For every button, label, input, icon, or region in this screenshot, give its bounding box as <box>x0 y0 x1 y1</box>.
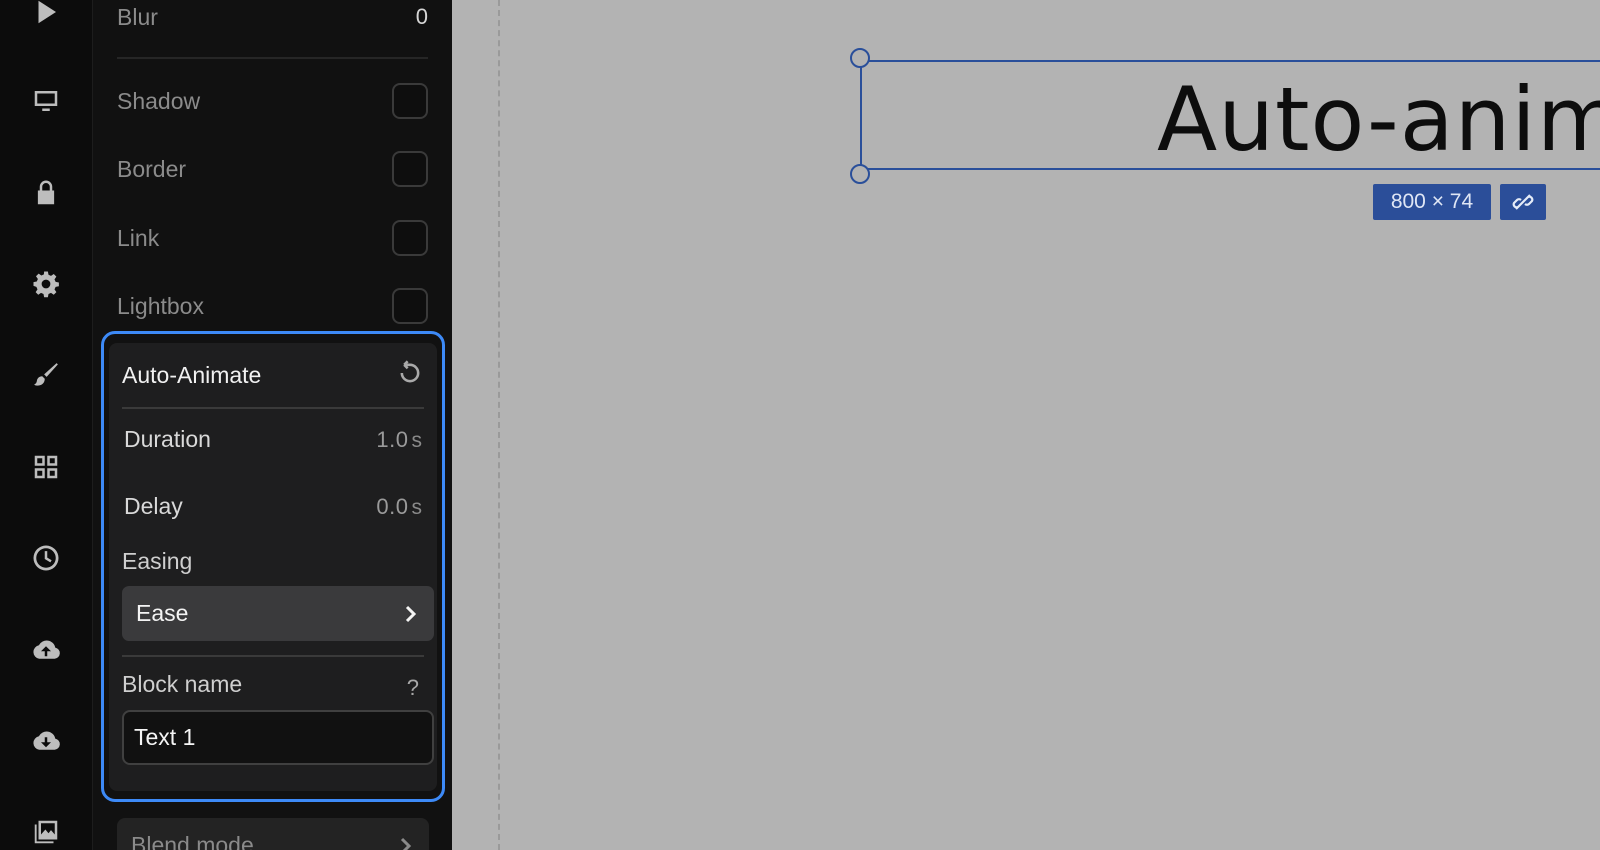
easing-label: Easing <box>122 548 193 574</box>
duration-row[interactable]: Duration 1.0 s <box>124 426 422 453</box>
selection-box[interactable] <box>860 60 1600 170</box>
duration-label: Duration <box>124 426 211 452</box>
delay-row[interactable]: Delay 0.0 s <box>124 493 422 520</box>
border-label: Border <box>117 155 187 182</box>
shadow-checkbox[interactable] <box>392 83 428 119</box>
resize-handle-top-left[interactable] <box>850 48 870 68</box>
border-row: Border <box>117 151 428 187</box>
cloud-download-icon[interactable] <box>28 723 64 759</box>
dimensions-badge: 800 × 74 <box>1373 184 1491 220</box>
play-icon[interactable] <box>28 0 64 30</box>
cloud-upload-icon[interactable] <box>28 632 64 668</box>
border-checkbox[interactable] <box>392 151 428 187</box>
auto-animate-header: Auto-Animate <box>122 359 424 392</box>
gear-icon[interactable] <box>28 266 64 302</box>
help-icon[interactable]: ? <box>407 675 419 701</box>
delay-label: Delay <box>124 493 183 519</box>
easing-value: Ease <box>136 600 189 626</box>
blend-mode-select[interactable]: Blend mode <box>117 818 429 850</box>
block-name-label: Block name <box>122 671 243 697</box>
brush-icon[interactable] <box>28 357 64 393</box>
link-label: Link <box>117 224 160 251</box>
divider <box>122 655 424 657</box>
duration-value[interactable]: 1.0 <box>376 427 408 452</box>
auto-animate-section: Auto-Animate Duration 1.0 s Delay 0.0 s Ea… <box>101 331 445 802</box>
shadow-label: Shadow <box>117 87 201 114</box>
delay-unit: s <box>411 496 423 519</box>
divider <box>117 57 428 59</box>
chevron-right-icon <box>400 837 412 850</box>
lightbox-checkbox[interactable] <box>392 288 428 324</box>
properties-panel: Blur 0 Shadow Border Link Lightbox Auto-… <box>92 0 452 850</box>
shadow-row: Shadow <box>117 83 428 119</box>
images-icon[interactable] <box>28 814 64 850</box>
reset-icon[interactable] <box>396 359 424 392</box>
divider <box>122 407 424 409</box>
resize-handle-bottom-left[interactable] <box>850 164 870 184</box>
monitor-icon[interactable] <box>28 83 64 119</box>
blur-value[interactable]: 0 <box>416 4 428 30</box>
canvas-guide-line <box>498 0 500 850</box>
auto-animate-card: Auto-Animate Duration 1.0 s Delay 0.0 s Ea… <box>109 343 437 791</box>
unlink-ratio-button[interactable] <box>1500 184 1546 220</box>
easing-select[interactable]: Ease <box>122 586 434 641</box>
lightbox-label: Lightbox <box>117 292 204 319</box>
auto-animate-title: Auto-Animate <box>122 362 262 388</box>
grid-icon[interactable] <box>28 449 64 485</box>
link-row: Link <box>117 220 428 256</box>
lock-icon[interactable] <box>28 175 64 211</box>
duration-unit: s <box>411 429 423 452</box>
delay-value[interactable]: 0.0 <box>376 494 408 519</box>
icon-rail <box>0 0 92 850</box>
link-checkbox[interactable] <box>392 220 428 256</box>
clock-icon[interactable] <box>28 540 64 576</box>
blur-row: Blur 0 <box>117 0 428 34</box>
chevron-right-icon <box>405 605 417 622</box>
blend-mode-label: Blend mode <box>131 832 254 850</box>
blur-label: Blur <box>117 3 158 30</box>
lightbox-row: Lightbox <box>117 288 428 324</box>
unlink-icon <box>1512 194 1534 210</box>
block-name-input[interactable] <box>122 710 434 765</box>
